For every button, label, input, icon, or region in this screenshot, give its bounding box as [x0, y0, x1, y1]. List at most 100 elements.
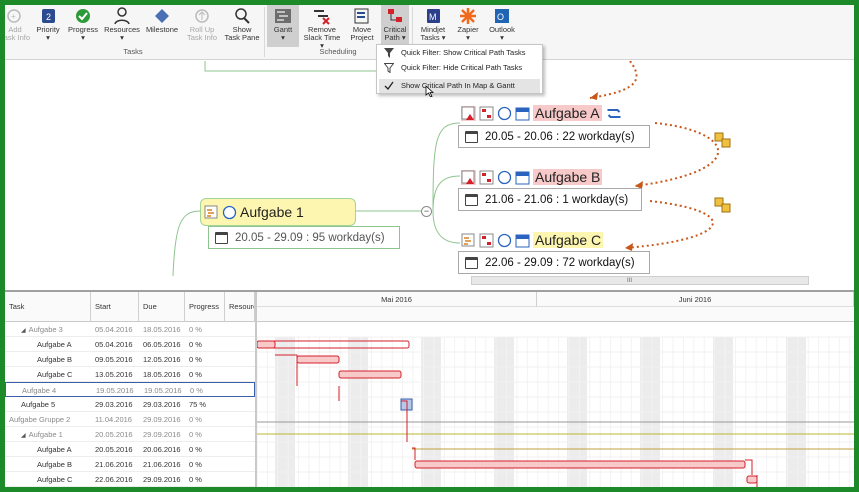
table-row[interactable]: Aufgabe Gruppe 2 11.04.2016 29.09.2016 0 % [5, 412, 255, 427]
task-name: Aufgabe C [37, 370, 73, 379]
task-info-aufgabe-1[interactable]: 20.05 - 29.09 : 95 workday(s) [208, 226, 400, 249]
gantt-icon [275, 9, 291, 23]
move-project-icon [354, 8, 369, 24]
map-horizontal-scrollbar[interactable]: III [471, 276, 809, 285]
priority-icon: 2 [42, 9, 55, 23]
scrollbar-grip: III [627, 278, 633, 284]
task-name: Aufgabe 4 [22, 386, 57, 395]
table-row[interactable]: Aufgabe 4 19.05.2016 19.05.2016 0 % [5, 382, 255, 397]
cell-task: Aufgabe B [37, 352, 93, 367]
table-row[interactable]: Aufgabe C 13.05.2016 18.05.2016 0 % [5, 367, 255, 382]
column-header-task[interactable]: Task [5, 292, 91, 322]
progress-button[interactable]: Progress ▾ [65, 5, 101, 47]
column-header-start[interactable]: Start [91, 292, 139, 322]
outlook-button[interactable]: O Outlook ▾ [485, 5, 519, 47]
task-name: Aufgabe B [37, 355, 73, 364]
gantt-column-header: Task Start Due Progress Resourc [5, 292, 255, 322]
gantt-task-warning-icon [461, 169, 476, 185]
column-header-due[interactable]: Due [139, 292, 185, 322]
task-name: Aufgabe 5 [21, 400, 56, 409]
topic-aufgabe-c[interactable]: Aufgabe C [458, 228, 624, 252]
cell-due: 12.05.2016 [143, 355, 181, 364]
cell-due: 29.09.2016 [143, 430, 181, 439]
cell-progress: 0 % [189, 430, 202, 439]
critical-path-dropdown-menu: Quick Filter: Show Critical Path Tasks Q… [376, 44, 543, 97]
roll-up-task-info-button[interactable]: Roll Up Task Info [183, 5, 221, 47]
cell-task: Aufgabe Gruppe 2 [9, 412, 93, 427]
table-row[interactable]: Aufgabe A 05.04.2016 06.05.2016 0 % [5, 337, 255, 352]
column-header-resources[interactable]: Resourc [225, 292, 255, 322]
cell-due: 29.09.2016 [143, 475, 181, 484]
table-row[interactable]: Aufgabe 5 29.03.2016 29.03.2016 75 % [5, 397, 255, 412]
add-task-info-label2: Task Info [5, 33, 30, 42]
collapse-toggle[interactable]: − [421, 206, 432, 217]
zapier-button[interactable]: Zapier ▾ [453, 5, 483, 47]
svg-text:+: + [11, 12, 16, 21]
cell-progress: 0 % [189, 445, 202, 454]
gantt-button[interactable]: Gantt ▾ [267, 5, 299, 47]
topic-aufgabe-1[interactable]: Aufgabe 1 [200, 198, 356, 226]
cell-start: 11.04.2016 [95, 415, 132, 424]
gantt-bar [338, 370, 402, 379]
table-row[interactable]: Aufgabe A 20.05.2016 20.06.2016 0 % [5, 442, 255, 457]
task-name: Aufgabe 1 [28, 430, 63, 439]
roll-up-label2: Task Info [186, 33, 217, 42]
milestone-button[interactable]: Milestone [143, 5, 181, 47]
expand-triangle-icon[interactable]: ◢ [21, 328, 26, 334]
progress-label2: ▾ [81, 33, 85, 42]
svg-text:O: O [497, 12, 504, 22]
cell-start: 22.06.2016 [95, 475, 133, 484]
remove-slack-time-button[interactable]: Remove Slack Time ▾ [301, 5, 343, 50]
table-row[interactable]: ◢ Aufgabe 3 05.04.2016 18.05.2016 0 % [5, 322, 255, 337]
milestone-diamond-icon [155, 9, 169, 23]
add-task-info-button[interactable]: + Add Task Info [5, 5, 31, 47]
table-row[interactable]: Aufgabe B 09.05.2016 12.05.2016 0 % [5, 352, 255, 367]
task-info-aufgabe-b[interactable]: 21.06 - 21.06 : 1 workday(s) [458, 188, 642, 211]
roll-up-icon [195, 9, 209, 23]
menu-item-show-critical-map-gantt[interactable]: Show Critical Path In Map & Gantt [379, 79, 540, 93]
task-info-aufgabe-c[interactable]: 22.06 - 29.09 : 72 workday(s) [458, 251, 650, 274]
task-name: Aufgabe C [37, 475, 73, 484]
gantt-bar [257, 340, 276, 349]
gantt-bar [414, 460, 746, 469]
resources-button[interactable]: Resources ▾ [103, 5, 141, 47]
cell-due: 06.05.2016 [143, 340, 181, 349]
topic-aufgabe-b[interactable]: Aufgabe B [458, 165, 628, 189]
menu-item-hide-critical[interactable]: Quick Filter: Hide Critical Path Tasks [379, 61, 540, 75]
gantt-chart-area[interactable] [257, 322, 854, 487]
task-info-aufgabe-a[interactable]: 20.05 - 20.06 : 22 workday(s) [458, 125, 650, 148]
calendar-icon [215, 231, 228, 244]
mindjet-tasks-button[interactable]: M Mindjet Tasks ▾ [415, 5, 451, 47]
task-name: Aufgabe B [37, 460, 73, 469]
task-dates: 20.05 - 20.06 : 22 workday(s) [485, 130, 635, 143]
remove-slack-icon [314, 10, 330, 25]
cell-progress: 0 % [189, 370, 202, 379]
table-row[interactable]: Aufgabe B 21.06.2016 21.06.2016 0 % [5, 457, 255, 472]
timeline-month-june: Juni 2016 [537, 292, 854, 307]
move-project-button[interactable]: Move Project [345, 5, 379, 47]
cell-due: 29.09.2016 [143, 415, 181, 424]
milestone-label1: Milestone [145, 25, 179, 34]
timeline-header: Mai 2016 Juni 2016 [257, 292, 854, 322]
column-header-progress[interactable]: Progress [185, 292, 225, 322]
priority-button[interactable]: 2 Priority ▾ [33, 5, 63, 47]
gantt-bar [296, 355, 340, 364]
cell-progress: 0 % [189, 460, 202, 469]
expand-triangle-icon[interactable]: ◢ [21, 433, 26, 439]
show-task-pane-label2: Task Pane [224, 33, 260, 42]
topic-title: Aufgabe C [533, 232, 604, 248]
cell-progress: 0 % [189, 475, 202, 484]
zapier-label2: ▾ [466, 33, 470, 42]
cell-progress: 0 % [190, 386, 203, 395]
table-row[interactable]: ◢ Aufgabe 1 20.05.2016 29.09.2016 0 % [5, 427, 255, 442]
topic-aufgabe-a[interactable]: Aufgabe A [458, 101, 654, 125]
cell-progress: 75 % [189, 400, 207, 409]
cell-task: Aufgabe 5 [21, 397, 93, 412]
menu-item-show-critical[interactable]: Quick Filter: Show Critical Path Tasks [379, 46, 540, 60]
show-task-pane-button[interactable]: Show Task Pane [223, 5, 261, 47]
progress-circle-icon [497, 170, 512, 185]
task-dates: 20.05 - 29.09 : 95 workday(s) [235, 231, 385, 244]
table-row[interactable]: Aufgabe C 22.06.2016 29.09.2016 0 % [5, 472, 255, 487]
critical-path-button[interactable]: Critical Path ▾ [381, 5, 409, 47]
task-name: Aufgabe 3 [28, 325, 63, 334]
